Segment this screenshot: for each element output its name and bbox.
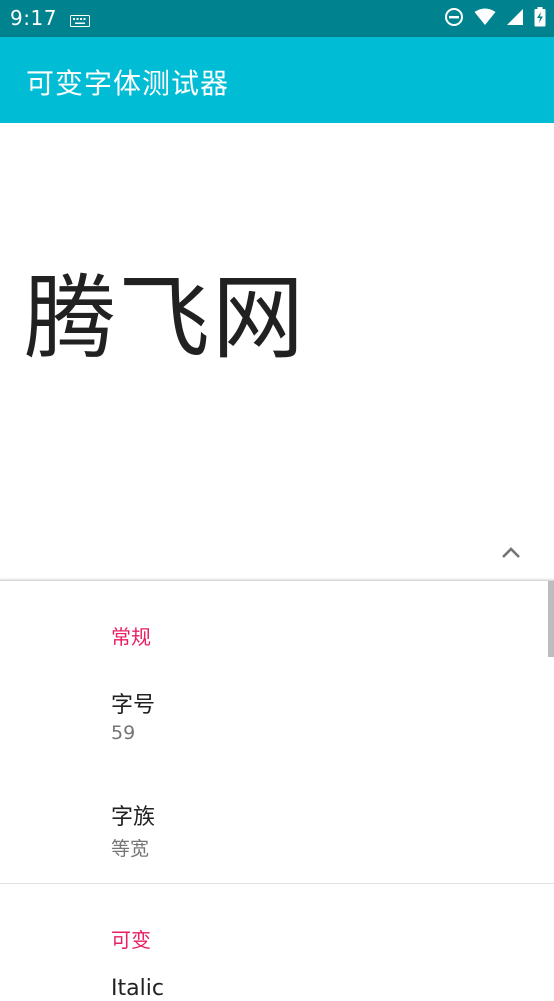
signal-icon [506, 8, 524, 30]
do-not-disturb-icon [444, 7, 464, 31]
category-general-header: 常规 [111, 625, 151, 649]
status-bar: 9:17 [0, 0, 554, 37]
italic-preference-title[interactable]: Italic [111, 976, 164, 1001]
scrollbar[interactable] [548, 581, 554, 657]
app-title: 可变字体测试器 [26, 67, 230, 100]
font-family-value: 等宽 [111, 838, 150, 860]
chevron-up-icon[interactable] [498, 543, 524, 561]
app-bar: 可变字体测试器 [0, 37, 554, 123]
divider [0, 883, 554, 884]
status-time: 9:17 [10, 6, 57, 30]
font-size-value: 59 [111, 722, 136, 744]
wifi-icon [474, 8, 496, 30]
preview-text: 腾飞网 [24, 265, 307, 372]
font-family-title: 字族 [111, 805, 156, 830]
battery-icon [534, 7, 546, 31]
settings-panel[interactable]: 常规 字号 59 字族 等宽 可变 Italic [0, 580, 554, 1001]
font-preview-area: 腾飞网 [0, 123, 554, 580]
category-variable-header: 可变 [111, 928, 151, 952]
font-size-title: 字号 [111, 693, 156, 718]
keyboard-icon [70, 12, 90, 31]
